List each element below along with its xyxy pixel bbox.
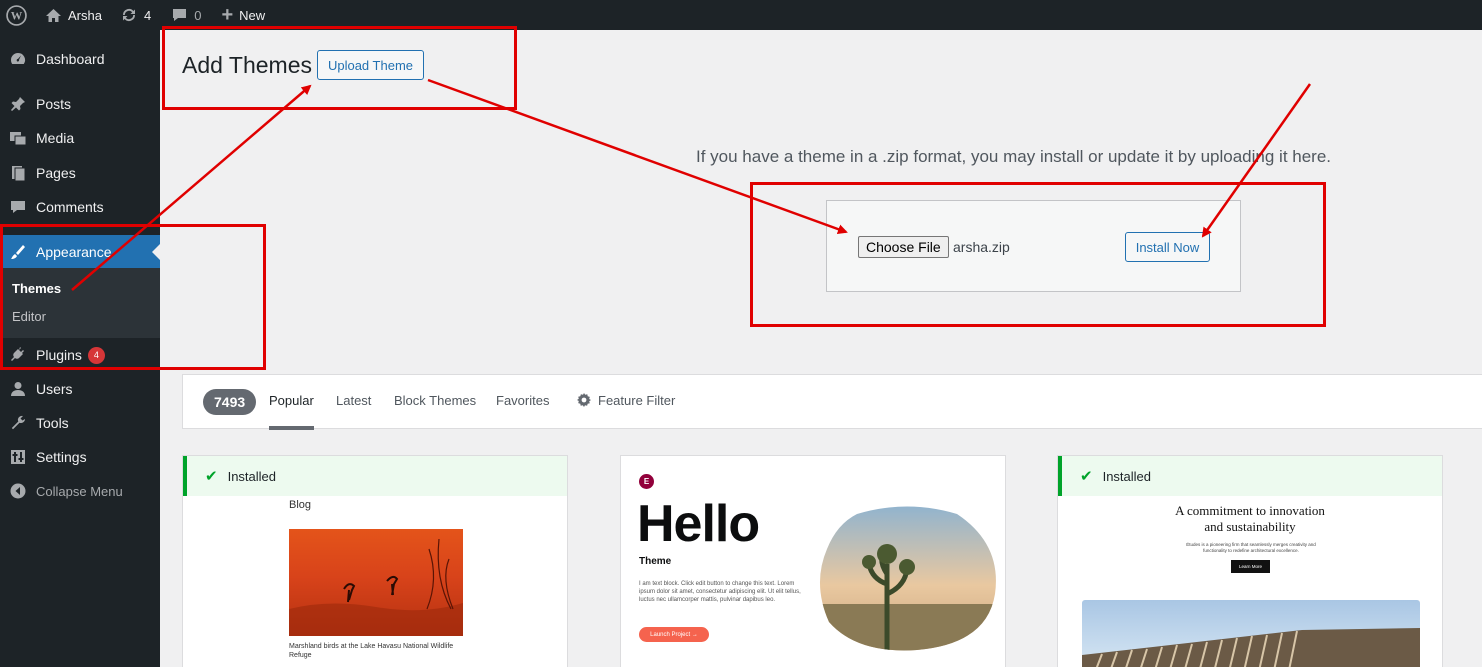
launch-project-button: Launch Project → xyxy=(639,627,709,642)
tab-popular[interactable]: Popular xyxy=(269,393,314,430)
upload-help-text: If you have a theme in a .zip format, yo… xyxy=(696,147,1332,166)
sidebar-item-label: Dashboard xyxy=(36,51,105,67)
preview-heading-line2: and sustainability xyxy=(1204,519,1296,534)
pin-icon xyxy=(8,94,28,114)
preview-body-text: I am text block. Click edit button to ch… xyxy=(639,581,801,603)
preview-heading-line1: A commitment to innovation xyxy=(1175,503,1325,518)
elementor-logo-icon: E xyxy=(639,474,654,489)
home-icon xyxy=(45,8,62,23)
sidebar-item-settings[interactable]: Settings xyxy=(0,440,160,474)
wrench-icon xyxy=(8,413,28,433)
wordpress-logo-button[interactable]: W xyxy=(0,0,37,30)
updates-count: 4 xyxy=(143,7,152,23)
installed-label: Installed xyxy=(227,468,276,484)
tab-block-themes[interactable]: Block Themes xyxy=(394,393,476,408)
svg-text:W: W xyxy=(11,10,23,22)
theme-card[interactable]: E Hello Theme I am text block. Click edi… xyxy=(620,455,1006,667)
sidebar-item-label: Posts xyxy=(36,96,72,112)
sidebar-item-comments[interactable]: Comments xyxy=(0,190,160,224)
sidebar-item-label: Tools xyxy=(36,415,69,431)
comment-icon xyxy=(8,197,28,217)
collapse-menu-button[interactable]: Collapse Menu xyxy=(0,474,160,508)
installed-label: Installed xyxy=(1102,468,1151,484)
feature-filter-label: Feature Filter xyxy=(598,392,676,408)
sidebar-item-posts[interactable]: Posts xyxy=(0,87,160,121)
wordpress-logo-icon: W xyxy=(6,4,27,26)
site-name: Arsha xyxy=(68,7,102,23)
checkmark-icon: ✔ xyxy=(1080,468,1093,485)
updates-icon xyxy=(120,7,138,23)
updates-link[interactable]: 4 xyxy=(112,0,159,30)
sidebar-item-label: Media xyxy=(36,130,75,146)
plus-icon: + xyxy=(221,4,234,26)
annotation-box-sidebar-appearance xyxy=(0,224,266,370)
tab-favorites[interactable]: Favorites xyxy=(496,393,549,408)
sidebar-item-label: Comments xyxy=(36,199,104,215)
sidebar-item-label: Settings xyxy=(36,449,87,465)
installed-notice: ✔ Installed xyxy=(183,456,567,496)
user-icon xyxy=(8,379,28,399)
sidebar-item-label: Users xyxy=(36,381,73,397)
sidebar-item-label: Pages xyxy=(36,165,76,181)
checkmark-icon: ✔ xyxy=(205,468,218,485)
photo-caption: Marshland birds at the Lake Havasu Natio… xyxy=(289,643,454,659)
feature-filter-button[interactable]: Feature Filter xyxy=(576,392,675,408)
dashboard-icon xyxy=(8,49,28,69)
preview-subheading: Theme xyxy=(639,556,672,567)
preview-body-text: Études is a pioneering firm that seamles… xyxy=(1186,542,1316,553)
gear-icon xyxy=(577,393,591,407)
sidebar-item-label: Collapse Menu xyxy=(36,483,123,499)
media-icon xyxy=(8,128,28,148)
settings-icon xyxy=(8,447,28,467)
annotation-box-page-title xyxy=(162,26,517,110)
new-label: New xyxy=(239,7,266,23)
tab-latest[interactable]: Latest xyxy=(336,393,371,408)
sidebar-item-dashboard[interactable]: Dashboard xyxy=(0,42,160,76)
comments-count: 0 xyxy=(194,7,202,23)
building-photo xyxy=(1082,600,1420,667)
learn-more-button: Learn More xyxy=(1231,560,1270,573)
collapse-icon xyxy=(8,481,28,501)
sidebar-item-pages[interactable]: Pages xyxy=(0,156,160,190)
installed-notice: ✔ Installed xyxy=(1058,456,1442,496)
theme-card[interactable]: ✔ Installed Blog Marshland birds at the … xyxy=(182,455,568,667)
comment-bubble-icon xyxy=(171,7,188,23)
theme-filter-bar: 7493 Popular Latest Block Themes Favorit… xyxy=(182,374,1482,430)
annotation-box-upload-form xyxy=(750,182,1326,327)
marshland-photo xyxy=(289,529,463,636)
pages-icon xyxy=(8,163,28,183)
preview-heading: Blog xyxy=(289,499,312,511)
site-name-link[interactable]: Arsha xyxy=(37,0,110,30)
preview-heading: Hello xyxy=(637,495,760,553)
cactus-photo xyxy=(817,504,999,652)
sidebar-item-media[interactable]: Media xyxy=(0,121,160,155)
theme-count-badge: 7493 xyxy=(203,389,257,415)
sidebar-item-tools[interactable]: Tools xyxy=(0,406,160,440)
sidebar-item-users[interactable]: Users xyxy=(0,372,160,406)
theme-card[interactable]: ✔ Installed A commitment to innovation a… xyxy=(1057,455,1443,667)
